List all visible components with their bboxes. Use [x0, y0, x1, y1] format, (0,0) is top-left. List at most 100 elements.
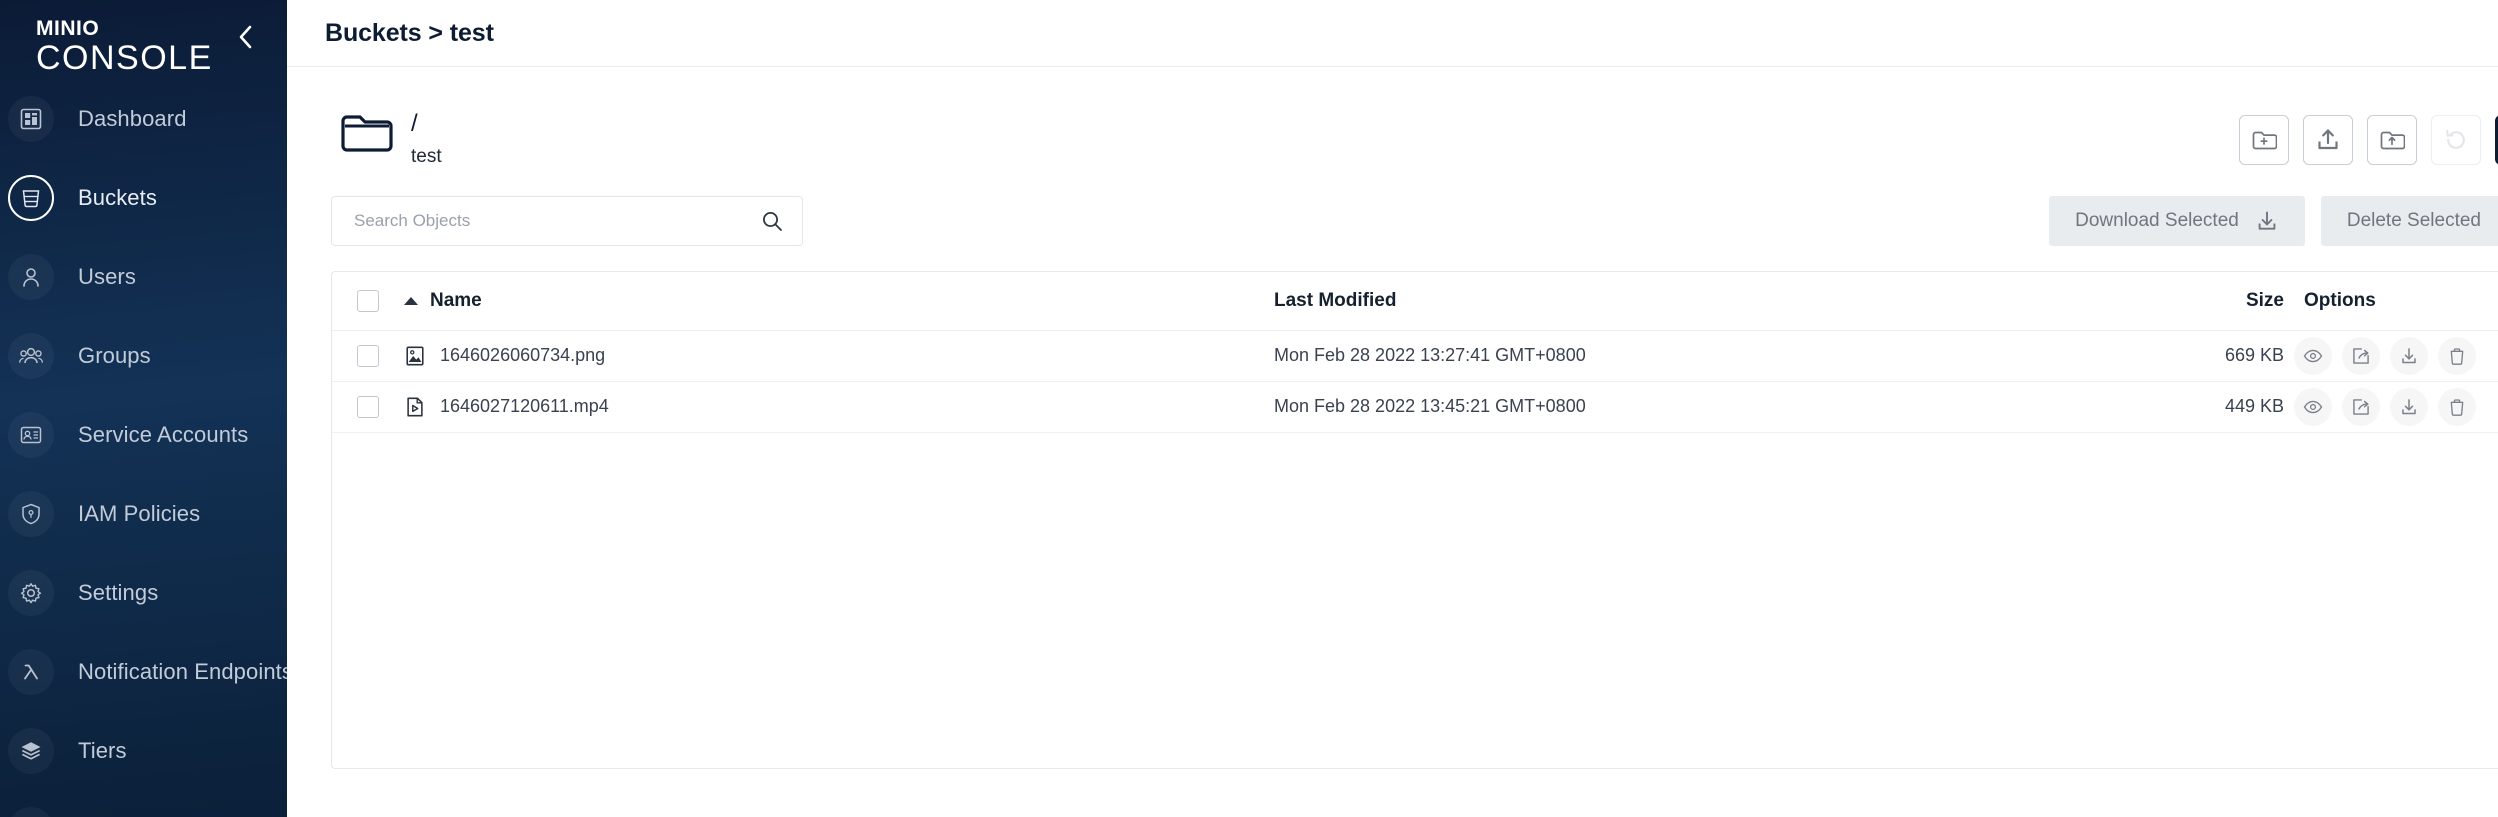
row-size-cell: 669 KB: [2124, 330, 2294, 382]
user-icon: [8, 254, 54, 300]
image-file-icon: [406, 346, 424, 365]
select-all-header: [332, 272, 404, 331]
download-icon: [2402, 347, 2416, 363]
column-header-size[interactable]: Size: [2124, 272, 2294, 331]
sidebar-item-service-accounts[interactable]: Service Accounts: [0, 412, 287, 458]
share-icon: [2353, 398, 2369, 415]
eye-icon: [2303, 400, 2323, 413]
sidebar-item-label: Service Accounts: [78, 422, 249, 447]
column-header-options: Options: [2294, 272, 2498, 331]
brand-logo[interactable]: MINIO CONSOLE: [0, 0, 287, 76]
eye-icon: [2303, 349, 2323, 362]
column-header-size-label: Size: [2245, 289, 2284, 311]
download-selected-button[interactable]: Download Selected: [2049, 196, 2305, 246]
trash-icon: [2450, 347, 2464, 365]
sidebar-item-buckets[interactable]: Buckets: [0, 175, 287, 221]
table-row[interactable]: 1646026060734.png Mon Feb 28 2022 13:27:…: [332, 330, 2498, 382]
row-last-modified-cell: Mon Feb 28 2022 13:27:41 GMT+0800: [1274, 330, 2124, 382]
sidebar-item-label: Settings: [78, 580, 159, 605]
delete-selected-button[interactable]: Delete Selected: [2320, 196, 2498, 246]
table-header-row: Name Last Modified Size Options: [332, 272, 2498, 331]
download-icon: [2402, 398, 2416, 414]
gear-icon: [8, 570, 54, 616]
bucket-icon: [8, 175, 54, 221]
sidebar-item-users[interactable]: Users: [0, 254, 287, 300]
preview-button[interactable]: [2294, 336, 2332, 375]
sidebar-item-label: Groups: [78, 343, 151, 368]
table-row[interactable]: 1646027120611.mp4 Mon Feb 28 2022 13:45:…: [332, 381, 2498, 433]
column-header-name-label: Name: [430, 289, 482, 311]
sidebar-item-notification-endpoints[interactable]: Notification Endpoints: [0, 649, 287, 695]
path-texts: / test: [411, 109, 442, 167]
delete-button[interactable]: [2438, 336, 2476, 375]
selection-action-buttons: Download Selected Delete Selected: [2049, 196, 2498, 246]
download-selected-label: Download Selected: [2075, 210, 2239, 231]
sidebar-item-tools[interactable]: Tools: [0, 807, 287, 817]
sidebar-item-tiers[interactable]: Tiers: [0, 728, 287, 774]
search-objects-box[interactable]: [331, 196, 803, 246]
sidebar-collapse-button[interactable]: [233, 24, 259, 50]
row-select-cell: [332, 381, 404, 433]
tools-row: Download Selected Delete Selected: [331, 195, 2498, 247]
preview-button[interactable]: [2294, 387, 2332, 426]
sidebar: MINIO CONSOLE Dashboard Buckets Users Gr…: [0, 0, 287, 817]
objects-table-body: 1646026060734.png Mon Feb 28 2022 13:27:…: [332, 330, 2498, 433]
shield-icon: [8, 491, 54, 537]
row-options-cell: [2294, 381, 2498, 433]
sidebar-item-iam-policies[interactable]: IAM Policies: [0, 491, 287, 537]
select-all-checkbox[interactable]: [357, 289, 379, 312]
path-row: / test: [331, 109, 2498, 181]
row-name-label: 1646026060734.png: [440, 345, 606, 365]
folder-plus-icon: [2252, 131, 2277, 150]
row-select-cell: [332, 330, 404, 382]
share-button[interactable]: [2342, 336, 2380, 375]
search-icon[interactable]: [760, 209, 784, 233]
minio-console-app: MINIO CONSOLE Dashboard Buckets Users Gr…: [0, 0, 2498, 817]
folder-icon: [341, 115, 393, 152]
download-button[interactable]: [2390, 387, 2428, 426]
row-checkbox[interactable]: [357, 344, 379, 367]
objects-table: Name Last Modified Size Options 16460260…: [332, 272, 2498, 433]
objects-table-card: Name Last Modified Size Options 16460260…: [331, 271, 2498, 769]
share-icon: [2353, 347, 2369, 364]
sidebar-item-dashboard[interactable]: Dashboard: [0, 96, 287, 142]
column-header-name[interactable]: Name: [404, 272, 1274, 331]
trash-icon: [2450, 398, 2464, 416]
lambda-icon: [8, 649, 54, 695]
video-file-icon: [407, 397, 423, 416]
search-input[interactable]: [354, 211, 760, 231]
sidebar-item-settings[interactable]: Settings: [0, 570, 287, 616]
service-account-icon: [8, 412, 54, 458]
groups-icon: [8, 333, 54, 379]
create-new-path-button[interactable]: [2239, 115, 2289, 165]
column-header-options-label: Options: [2304, 289, 2376, 311]
upload-file-button[interactable]: [2303, 115, 2353, 165]
content-area: / test Search Objects Download Selected …: [287, 67, 2498, 817]
row-options-cell: [2294, 330, 2498, 382]
rewind-button[interactable]: [2431, 115, 2481, 165]
delete-button[interactable]: [2438, 387, 2476, 426]
download-icon: [2258, 211, 2276, 230]
chevron-left-icon: [239, 25, 252, 49]
column-header-last-modified-label: Last Modified: [1274, 289, 1397, 311]
top-bar: Buckets > test: [287, 0, 2498, 67]
row-name-cell: 1646026060734.png: [404, 330, 1274, 382]
main-panel: Buckets > test / test Search Objects Dow…: [287, 0, 2498, 817]
rewind-icon: [2446, 129, 2465, 149]
breadcrumb: Buckets > test: [325, 18, 494, 47]
upload-folder-button[interactable]: [2367, 115, 2417, 165]
sidebar-item-label: Users: [78, 264, 136, 289]
download-button[interactable]: [2390, 336, 2428, 375]
current-bucket-name: test: [411, 146, 442, 167]
path-info: / test: [331, 109, 442, 167]
objects-table-head: Name Last Modified Size Options: [332, 272, 2498, 331]
column-header-last-modified[interactable]: Last Modified: [1274, 272, 2124, 331]
tools-icon: [8, 807, 54, 817]
sidebar-item-label: Tiers: [78, 738, 127, 763]
sidebar-item-groups[interactable]: Groups: [0, 333, 287, 379]
delete-selected-label: Delete Selected: [2346, 210, 2481, 231]
sidebar-item-label: IAM Policies: [78, 501, 201, 526]
share-button[interactable]: [2342, 387, 2380, 426]
row-name-label: 1646027120611.mp4: [440, 396, 609, 416]
row-checkbox[interactable]: [357, 395, 379, 418]
